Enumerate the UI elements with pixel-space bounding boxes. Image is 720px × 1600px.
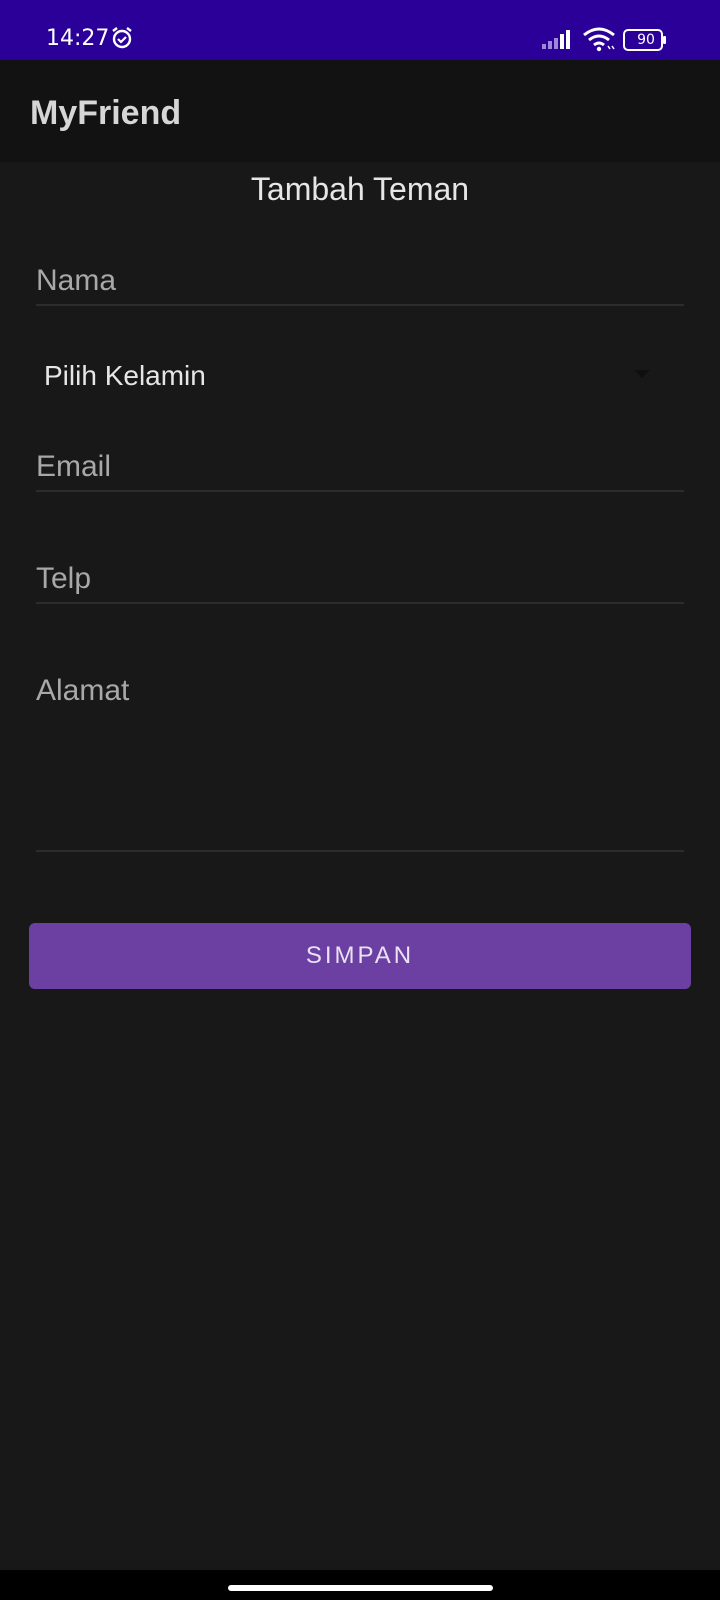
status-bar: 14:27 90	[0, 0, 720, 60]
battery-level: 90	[637, 32, 655, 48]
signal-icon	[542, 30, 570, 49]
home-indicator[interactable]	[228, 1585, 493, 1591]
chevron-down-icon	[634, 370, 650, 378]
form-heading: Tambah Teman	[250, 171, 470, 207]
email-field[interactable]	[36, 444, 684, 492]
telp-field[interactable]	[36, 556, 684, 604]
wifi-icon	[583, 27, 615, 52]
status-time: 14:27	[46, 26, 110, 51]
alarm-icon	[112, 27, 132, 49]
screen: 14:27 90 MyFriend Tambah Teman Nama Pili…	[0, 0, 720, 1600]
app-title: MyFriend	[30, 94, 182, 132]
gender-select[interactable]: Pilih Kelamin	[36, 350, 672, 402]
nama-field[interactable]	[36, 258, 684, 306]
save-button[interactable]: SIMPAN	[29, 923, 691, 989]
alamat-field[interactable]	[36, 668, 684, 852]
gender-select-value: Pilih Kelamin	[44, 360, 206, 391]
